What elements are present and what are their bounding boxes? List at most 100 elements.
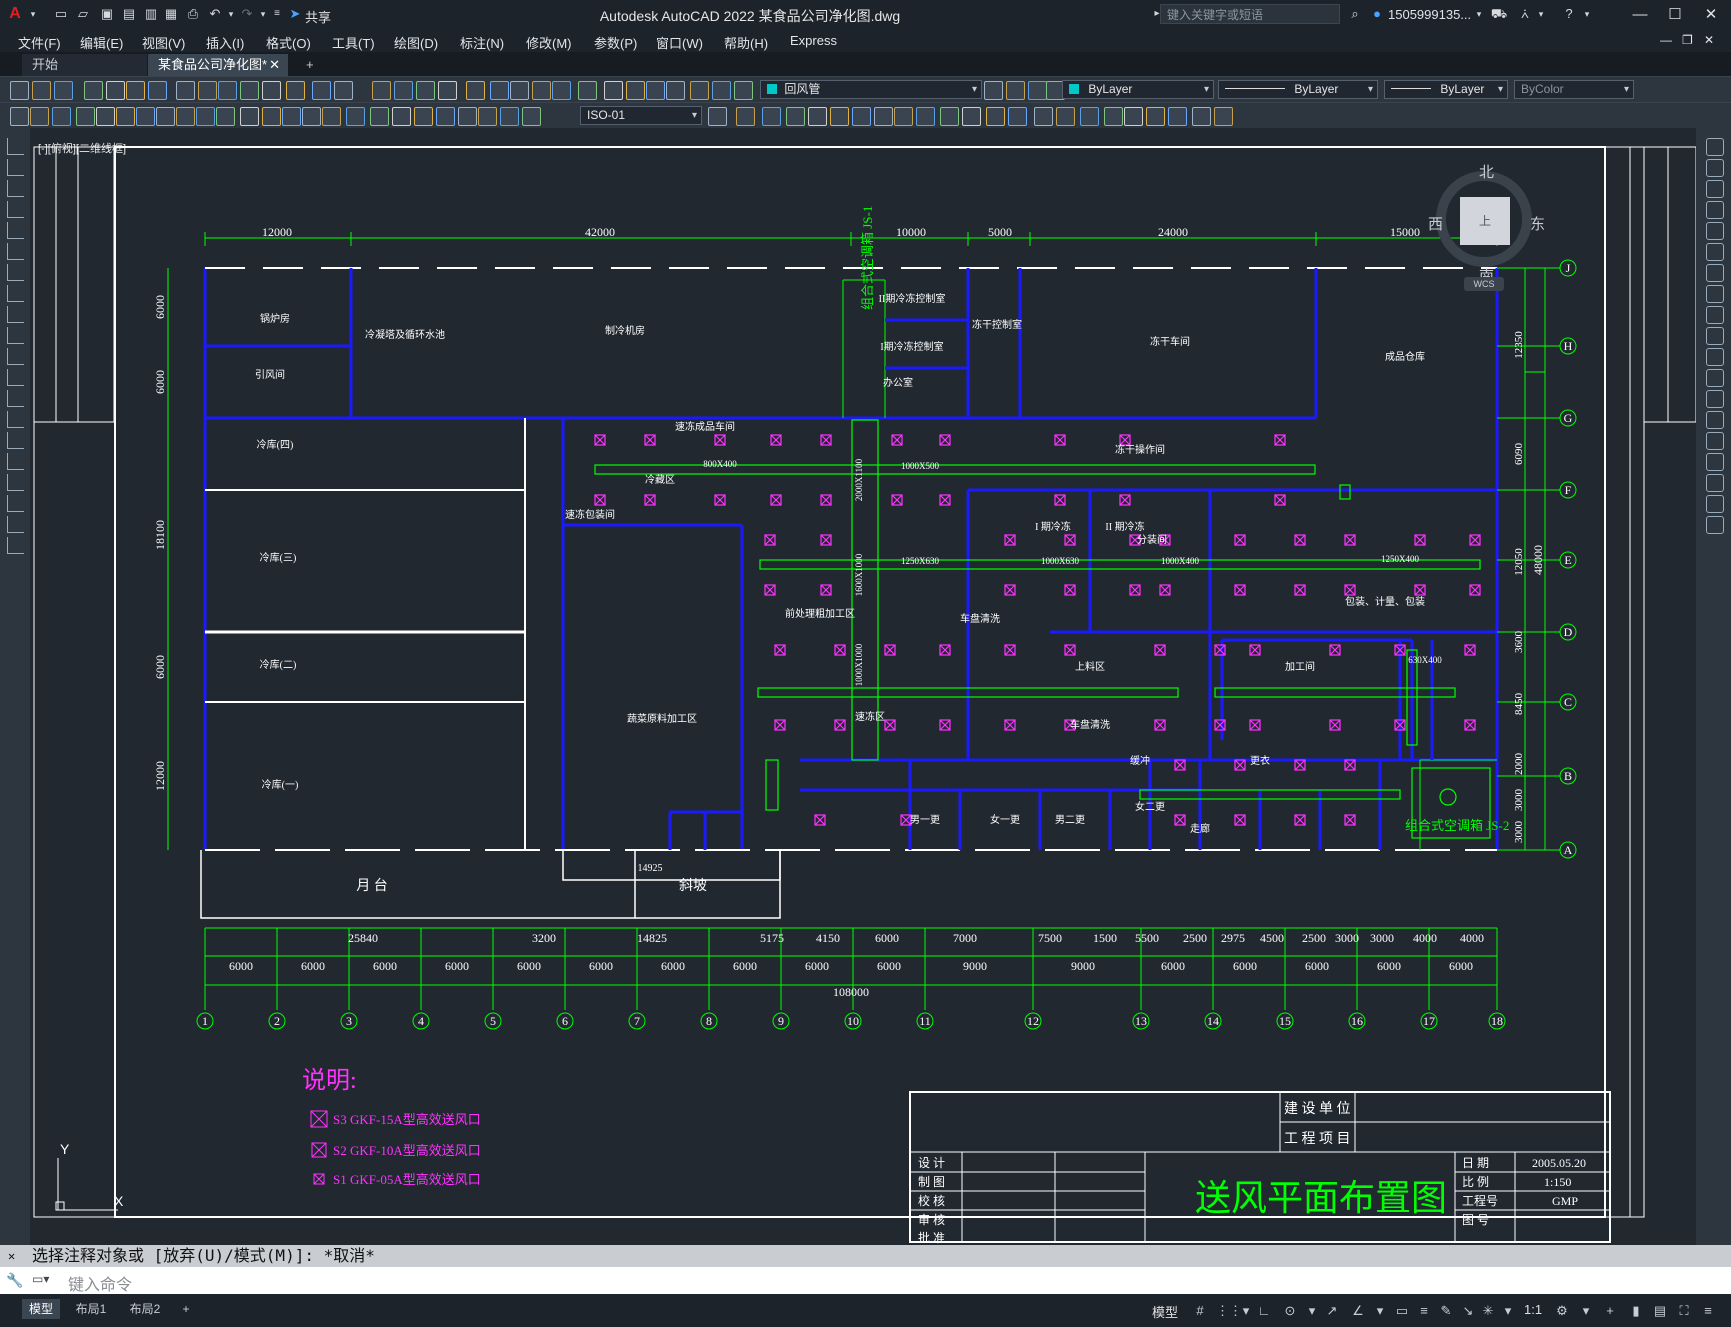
draw-tool-icon-7[interactable] [7, 264, 24, 281]
status-tool-icon-15[interactable]: ▾ [1500, 1303, 1516, 1319]
draw-tool-icon-18[interactable] [7, 495, 24, 512]
menu-insert[interactable]: 插入(I) [206, 33, 244, 52]
standard-tool-icon-20[interactable] [466, 81, 485, 100]
color-dropdown[interactable]: ByLayer ▾ [1062, 80, 1214, 99]
modify-tool-icon-4[interactable] [786, 107, 805, 126]
status-tool-icon-3[interactable]: ▾ [1238, 1303, 1254, 1319]
modify-tool-icon-2[interactable] [736, 107, 755, 126]
modify-tool-icon-15[interactable] [1706, 432, 1724, 450]
dim-tool-icon-21[interactable] [436, 107, 455, 126]
draw-tool-icon-14[interactable] [7, 411, 24, 428]
standard-tool-icon-31[interactable] [712, 81, 731, 100]
status-tool-icon-1[interactable]: # [1192, 1303, 1208, 1319]
modify-tool-icon-16[interactable] [1056, 107, 1075, 126]
modify-tool-icon-17[interactable] [1080, 107, 1099, 126]
doc-restore-icon[interactable]: ❐ [1682, 33, 1693, 47]
search-icon[interactable]: ⌕ [1346, 5, 1364, 23]
dim-tool-icon-18[interactable] [370, 107, 389, 126]
dim-tool-icon-11[interactable] [216, 107, 235, 126]
modify-tool-icon-10[interactable] [916, 107, 935, 126]
status-tool-icon-22[interactable]: ≡ [1700, 1303, 1716, 1319]
dim-tool-icon-17[interactable] [346, 107, 365, 126]
status-tool-icon-6[interactable]: ▾ [1304, 1303, 1320, 1319]
modify-tool-icon-18[interactable] [1706, 495, 1724, 513]
menu-edit[interactable]: 编辑(E) [80, 33, 123, 52]
standard-tool-icon-24[interactable] [552, 81, 571, 100]
status-tool-icon-9[interactable]: ▾ [1372, 1303, 1388, 1319]
status-tool-icon-19[interactable]: ▮ [1628, 1303, 1644, 1319]
standard-tool-icon-5[interactable] [106, 81, 125, 100]
draw-tool-icon-17[interactable] [7, 474, 24, 491]
modify-tool-icon-1[interactable] [708, 107, 727, 126]
standard-tool-icon-8[interactable] [176, 81, 195, 100]
dim-tool-icon-12[interactable] [240, 107, 259, 126]
annotation-scale[interactable]: 1:1 [1524, 1302, 1542, 1317]
help-icon[interactable]: ? [1560, 5, 1578, 23]
dim-tool-icon-16[interactable] [322, 107, 341, 126]
standard-tool-icon-17[interactable] [394, 81, 413, 100]
dim-tool-icon-13[interactable] [262, 107, 281, 126]
user-icon[interactable]: ● [1368, 5, 1386, 23]
dim-tool-icon-6[interactable] [116, 107, 135, 126]
status-tool-icon-13[interactable]: ↘ [1460, 1303, 1476, 1319]
status-tool-icon-21[interactable]: ⛶ [1676, 1303, 1692, 1319]
dim-tool-icon-23[interactable] [478, 107, 497, 126]
viewcube-east[interactable]: 东 [1530, 213, 1545, 234]
standard-tool-icon-32[interactable] [734, 81, 753, 100]
plotstyle-dropdown[interactable]: ByColor ▾ [1514, 80, 1634, 99]
tab-drawing[interactable]: 某食品公司净化图* ✕ [148, 54, 288, 76]
status-tool-icon-18[interactable]: + [1602, 1303, 1618, 1319]
modify-tool-icon-13[interactable] [1706, 390, 1724, 408]
menu-parametric[interactable]: 参数(P) [594, 33, 637, 52]
doc-minimize-icon[interactable]: — [1660, 33, 1672, 47]
standard-tool-icon-10[interactable] [218, 81, 237, 100]
modify-tool-icon-13[interactable] [986, 107, 1005, 126]
draw-tool-icon-6[interactable] [7, 243, 24, 260]
standard-tool-icon-1[interactable] [10, 81, 29, 100]
modify-tool-icon-12[interactable] [1706, 369, 1724, 387]
model-space-toggle[interactable]: 模型 [1152, 1302, 1178, 1321]
standard-tool-icon-7[interactable] [148, 81, 167, 100]
status-tool-icon-4[interactable]: ∟ [1256, 1303, 1272, 1319]
modify-tool-icon-1[interactable] [1706, 138, 1724, 156]
standard-tool-icon-11[interactable] [240, 81, 259, 100]
modify-tool-icon-15[interactable] [1034, 107, 1053, 126]
drawing-canvas[interactable]: [-][俯视][二维线框] 12000 42000 10000 5000 240… [30, 128, 1696, 1245]
layout-tab-2[interactable]: 布局2 [122, 1299, 168, 1319]
minimize-button[interactable]: — [1625, 4, 1655, 26]
modify-tool-icon-17[interactable] [1706, 474, 1724, 492]
command-input[interactable]: 键入命令 [68, 1271, 132, 1295]
tab-close-icon[interactable]: ✕ [269, 54, 280, 76]
draw-tool-icon-2[interactable] [7, 159, 24, 176]
menu-dimension[interactable]: 标注(N) [460, 33, 504, 52]
modify-tool-icon-7[interactable] [852, 107, 871, 126]
draw-tool-icon-16[interactable] [7, 453, 24, 470]
draw-tool-icon-13[interactable] [7, 390, 24, 407]
modify-tool-icon-4[interactable] [1706, 201, 1724, 219]
menu-file[interactable]: 文件(F) [18, 33, 61, 52]
dim-tool-icon-15[interactable] [302, 107, 321, 126]
status-tool-icon-14[interactable]: ✳ [1480, 1303, 1496, 1319]
draw-tool-icon-1[interactable] [7, 138, 24, 155]
modify-tool-icon-10[interactable] [1706, 327, 1724, 345]
modify-tool-icon-21[interactable] [1168, 107, 1187, 126]
modify-tool-icon-19[interactable] [1124, 107, 1143, 126]
modify-tool-icon-3[interactable] [1706, 180, 1724, 198]
menu-tools[interactable]: 工具(T) [332, 33, 375, 52]
user-dropdown-icon[interactable]: ▾ [1470, 5, 1488, 23]
standard-tool-icon-3[interactable] [54, 81, 73, 100]
draw-tool-icon-15[interactable] [7, 432, 24, 449]
modify-tool-icon-11[interactable] [940, 107, 959, 126]
modify-tool-icon-22[interactable] [1192, 107, 1211, 126]
dim-tool-icon-1[interactable] [10, 107, 29, 126]
dim-tool-icon-5[interactable] [96, 107, 115, 126]
doc-close-icon[interactable]: ✕ [1704, 33, 1714, 47]
standard-tool-icon-4[interactable] [84, 81, 103, 100]
draw-tool-icon-9[interactable] [7, 306, 24, 323]
menu-format[interactable]: 格式(O) [266, 33, 311, 52]
status-tool-icon-10[interactable]: ▭ [1394, 1303, 1410, 1319]
modify-tool-icon-19[interactable] [1706, 516, 1724, 534]
command-prompt-icon[interactable]: ▭▾ [32, 1272, 49, 1286]
modify-tool-icon-2[interactable] [1706, 159, 1724, 177]
standard-tool-icon-22[interactable] [510, 81, 529, 100]
